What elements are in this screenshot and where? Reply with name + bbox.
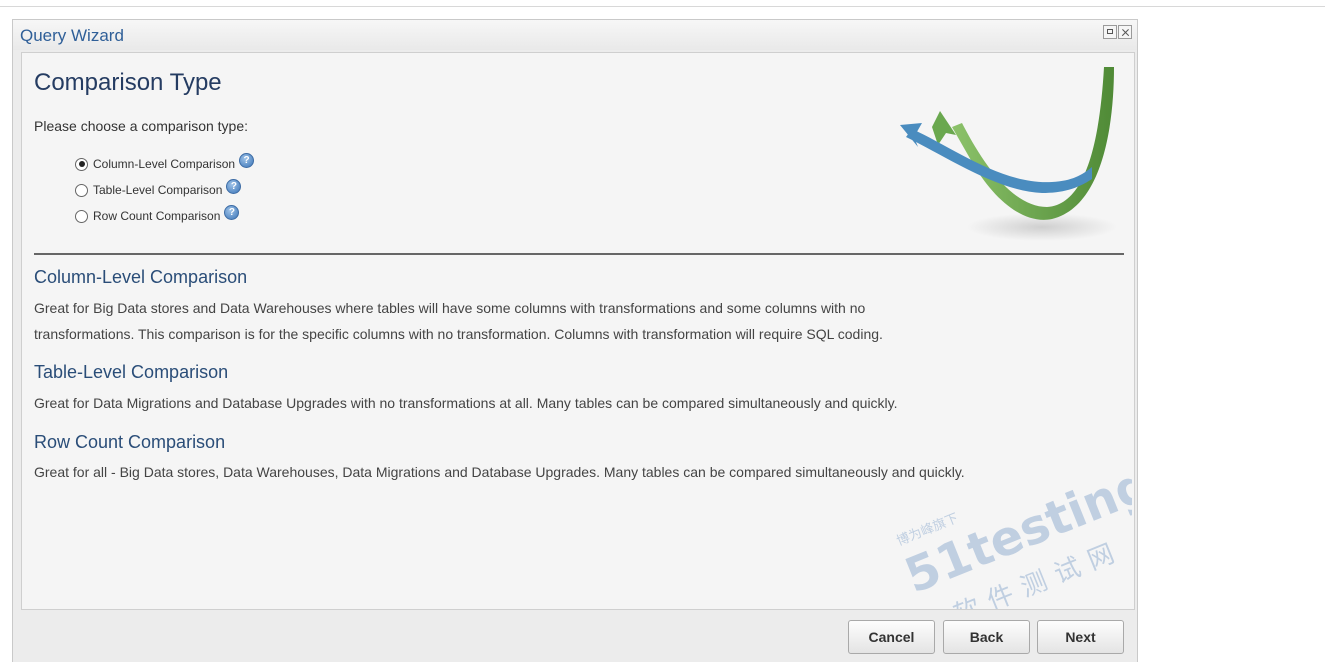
query-wizard-dialog: Query Wizard Comparison Type Please choo… xyxy=(12,19,1138,662)
next-button[interactable]: Next xyxy=(1037,620,1124,654)
column-level-description: Great for Big Data stores and Data Wareh… xyxy=(34,295,1124,347)
button-bar: Cancel Back Next xyxy=(13,612,1137,663)
option-table-level[interactable]: Table-Level Comparison ? xyxy=(75,177,254,203)
window-controls xyxy=(1103,25,1132,39)
description-line: Great for Data Migrations and Database U… xyxy=(34,395,898,411)
table-level-description: Great for Data Migrations and Database U… xyxy=(34,390,1124,416)
row-count-title: Row Count Comparison xyxy=(34,432,226,452)
table-level-title: Table-Level Comparison xyxy=(34,362,229,382)
comparison-type-options: Column-Level Comparison ? Table-Level Co… xyxy=(75,151,255,229)
option-label[interactable]: Row Count Comparison xyxy=(93,209,220,223)
page-title: Comparison Type xyxy=(34,69,222,96)
option-label[interactable]: Table-Level Comparison xyxy=(93,183,222,197)
top-divider xyxy=(0,6,1325,7)
back-button[interactable]: Back xyxy=(943,620,1030,654)
radio-table-level[interactable] xyxy=(75,183,88,197)
option-label[interactable]: Column-Level Comparison xyxy=(93,157,235,171)
close-icon[interactable] xyxy=(1118,25,1132,39)
section-divider xyxy=(34,253,1124,255)
help-icon[interactable]: ? xyxy=(224,205,240,220)
arrows-graphic xyxy=(900,67,1117,241)
option-row-count[interactable]: Row Count Comparison ? xyxy=(75,203,254,229)
title-bar[interactable]: Query Wizard xyxy=(13,20,1137,50)
cancel-button[interactable]: Cancel xyxy=(848,620,935,654)
help-icon[interactable]: ? xyxy=(226,179,242,194)
radio-column-level[interactable] xyxy=(75,157,88,171)
help-icon[interactable]: ? xyxy=(239,153,255,168)
window-title: Query Wizard xyxy=(20,26,124,45)
watermark-logo: 51testing 软件测试网 博为峰旗下 xyxy=(894,473,1132,609)
description-line: transformations. This comparison is for … xyxy=(34,326,883,342)
radio-row-count[interactable] xyxy=(75,209,88,223)
column-level-title: Column-Level Comparison xyxy=(34,267,248,287)
description-line: Great for Big Data stores and Data Wareh… xyxy=(34,300,866,316)
restore-icon[interactable] xyxy=(1103,25,1117,39)
content-panel: Comparison Type Please choose a comparis… xyxy=(21,52,1135,610)
prompt-text: Please choose a comparison type: xyxy=(34,118,249,134)
option-column-level[interactable]: Column-Level Comparison ? xyxy=(75,151,255,177)
